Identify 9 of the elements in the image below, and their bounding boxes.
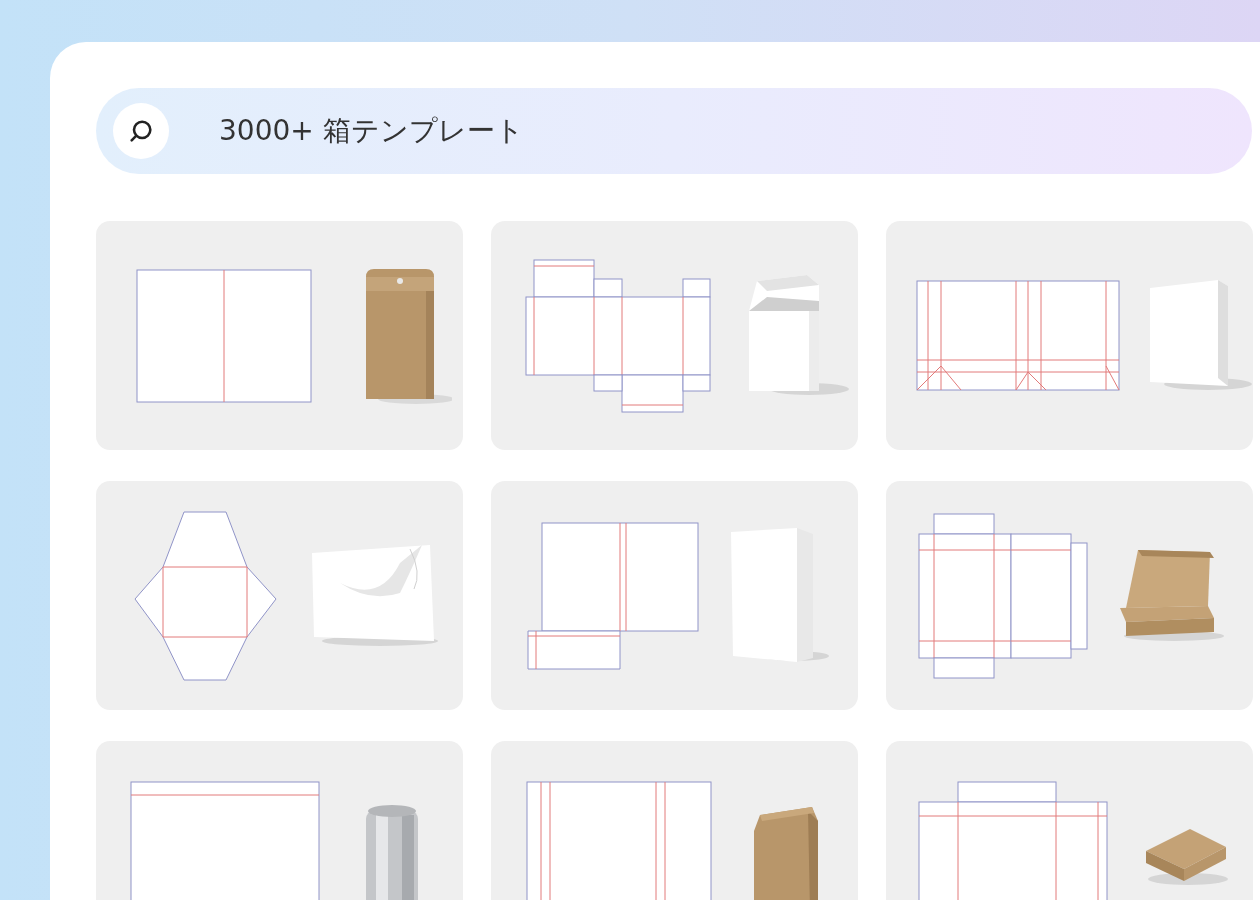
template-card[interactable] xyxy=(96,481,463,710)
template-card[interactable] xyxy=(96,221,463,450)
search-text: 3000+ 箱テンプレート xyxy=(219,113,524,149)
template-card[interactable] xyxy=(886,481,1253,710)
search-bar[interactable]: 3000+ 箱テンプレート xyxy=(96,88,1252,174)
search-icon[interactable] xyxy=(113,103,169,159)
template-card[interactable] xyxy=(491,481,858,710)
template-card[interactable] xyxy=(491,221,858,450)
template-card[interactable] xyxy=(886,221,1253,450)
